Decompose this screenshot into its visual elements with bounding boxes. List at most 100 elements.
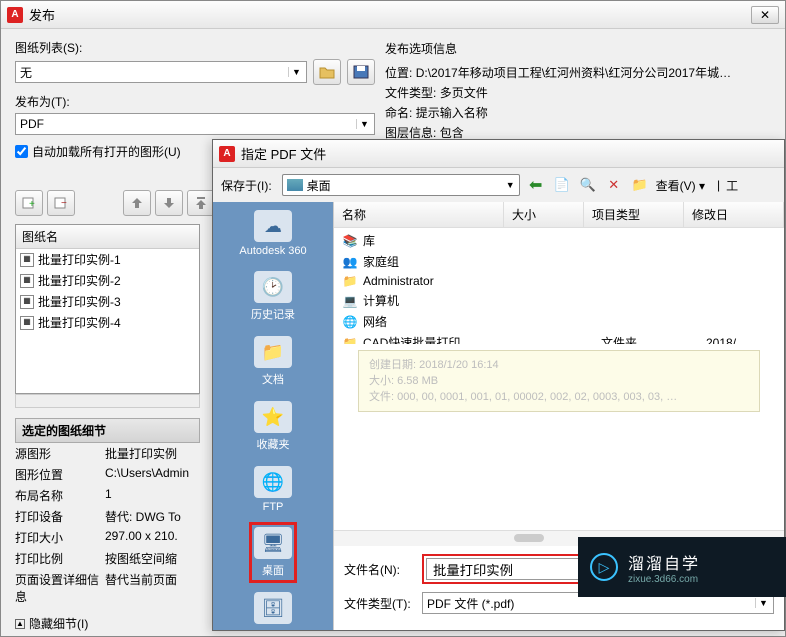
sheet-name: 批量打印实例-1 [38, 251, 121, 268]
watermark: ▷ 溜溜自学 zixue.3d66.com [578, 537, 786, 597]
publish-title: 发布 [29, 5, 751, 24]
publish-as-value: PDF [20, 117, 44, 131]
drawer-icon: 🗄 [254, 592, 292, 624]
back-button[interactable]: ⬅ [526, 175, 546, 195]
play-icon: ▷ [590, 553, 618, 581]
open-folder-button[interactable] [313, 59, 341, 85]
view-dropdown[interactable]: 查看(V) ▾ [656, 177, 705, 194]
detail-row: 打印比例按图纸空间缩 [15, 548, 200, 569]
layerinfo-value: 包含 [440, 126, 464, 140]
filetype-value: 多页文件 [440, 86, 488, 100]
history-icon: 🕑 [254, 271, 292, 303]
desktop-icon [287, 179, 303, 191]
detail-row: 布局名称1 [15, 485, 200, 506]
place-cloud[interactable]: ☁Autodesk 360 [239, 210, 306, 257]
sheet-name: 批量打印实例-3 [38, 293, 121, 310]
folder-tooltip: 创建日期: 2018/1/20 16:14 大小: 6.58 MB 文件: 00… [358, 350, 760, 412]
save-titlebar: A 指定 PDF 文件 [213, 140, 784, 168]
close-button[interactable]: ✕ [751, 6, 779, 24]
sheet-list[interactable]: 图纸名 ▦批量打印实例-1 ▦ 批量打印实例-2 ▦ 批量打印实例-3 ▦批量打印实例-4 [15, 224, 200, 394]
place-desktop[interactable]: 🖥桌面 [254, 527, 292, 578]
col-size[interactable]: 大小 [504, 202, 584, 227]
file-list-header: 名称 大小 项目类型 修改日 [334, 202, 784, 228]
place-ftp[interactable]: 🌐FTP [254, 466, 292, 513]
col-name[interactable]: 名称 [334, 202, 504, 227]
docs-icon: 📁 [254, 336, 292, 368]
places-bar: ☁Autodesk 360 🕑历史记录 📁文档 ⭐收藏夹 🌐FTP 🖥桌面 🗄 [213, 202, 333, 630]
col-type[interactable]: 项目类型 [584, 202, 684, 227]
sheet-row[interactable]: ▦批量打印实例-4 [16, 312, 199, 333]
network-icon: 🌐 [342, 315, 358, 329]
folder-icon: 📁 [342, 336, 358, 345]
sheet-row[interactable]: ▦批量打印实例-1 [16, 249, 199, 270]
publish-as-label: 发布为(T): [15, 93, 375, 110]
sheet-list-label: 图纸列表(S): [15, 39, 375, 56]
file-row[interactable]: 📁CAD快速批量打印文件夹2018/ [334, 332, 784, 344]
hide-details-label: 隐藏细节(I) [29, 615, 88, 632]
detail-row: 打印设备替代: DWG To [15, 506, 200, 527]
chevron-down-icon: ▼ [506, 180, 515, 190]
collapse-icon: ▲ [15, 619, 25, 629]
place-docs[interactable]: 📁文档 [254, 336, 292, 387]
place-drawer[interactable]: 🗄 [254, 592, 292, 627]
layout-icon: ▦ [20, 274, 34, 288]
sheet-row[interactable]: ▦ 批量打印实例-3 [16, 291, 199, 312]
sheet-name: 批量打印实例-2 [38, 272, 121, 289]
tools-dropdown[interactable]: 工 [726, 177, 738, 194]
chevron-down-icon: ▼ [755, 598, 771, 608]
file-row[interactable]: 💻计算机 [334, 290, 784, 311]
move-up-button[interactable] [123, 190, 151, 216]
filetype-label: 文件类型(T): [344, 595, 414, 612]
file-row[interactable]: 📁Administrator [334, 272, 784, 290]
sheet-row[interactable]: ▦ 批量打印实例-2 [16, 270, 199, 291]
group-icon: 👥 [342, 255, 358, 269]
file-list[interactable]: 📚库👥家庭组📁Administrator💻计算机🌐网络📁CAD快速批量打印文件夹… [334, 228, 784, 344]
col-date[interactable]: 修改日 [684, 202, 784, 227]
save-location-select[interactable]: 桌面 ▼ [282, 174, 520, 196]
save-in-label: 保存于(I): [221, 177, 272, 194]
user-icon: 📁 [342, 274, 358, 288]
lib-icon: 📚 [342, 234, 358, 248]
remove-sheet-button[interactable]: − [47, 190, 75, 216]
chevron-down-icon: ▼ [356, 119, 372, 129]
sheet-scrollbar[interactable] [15, 394, 200, 408]
save-button[interactable] [347, 59, 375, 85]
sheet-list-value: 无 [20, 64, 32, 81]
place-fav[interactable]: ⭐收藏夹 [254, 401, 292, 452]
layout-icon: ▦ [20, 295, 34, 309]
move-top-button[interactable] [187, 190, 215, 216]
file-row[interactable]: 📚库 [334, 230, 784, 251]
detail-row: 源图形批量打印实例 [15, 443, 200, 464]
cloud-icon: ☁ [254, 210, 292, 242]
watermark-title: 溜溜自学 [628, 550, 700, 574]
detail-row: 打印大小297.00 x 210. [15, 527, 200, 548]
file-row[interactable]: 👥家庭组 [334, 251, 784, 272]
delete-button[interactable]: ✕ [604, 175, 624, 195]
place-history[interactable]: 🕑历史记录 [251, 271, 295, 322]
detail-row: 图形位置C:\Users\Admin [15, 464, 200, 485]
svg-text:+: + [29, 199, 35, 210]
save-title: 指定 PDF 文件 [241, 144, 778, 163]
desktop-icon: 🖥 [254, 527, 292, 559]
publish-options-header: 发布选项信息 [385, 39, 765, 59]
autocad-app-icon: A [7, 7, 23, 23]
file-row[interactable]: 🌐网络 [334, 311, 784, 332]
sheet-list-select[interactable]: 无 ▼ [15, 61, 307, 83]
location-value: D:\2017年移动项目工程\红河州资料\红河分公司2017年城… [416, 66, 731, 80]
svg-text:−: − [61, 198, 67, 209]
search-button[interactable]: 🔍 [578, 175, 598, 195]
fav-icon: ⭐ [254, 401, 292, 433]
detail-row: 页面设置详细信息替代当前页面 [15, 569, 200, 607]
watermark-url: zixue.3d66.com [628, 574, 700, 585]
new-folder-button[interactable]: 📁 [630, 175, 650, 195]
sheet-name-header: 图纸名 [16, 225, 199, 249]
ftp-icon: 🌐 [254, 466, 292, 498]
up-folder-button[interactable]: 📄 [552, 175, 572, 195]
move-down-button[interactable] [155, 190, 183, 216]
auto-load-checkbox[interactable] [15, 145, 28, 158]
add-sheet-button[interactable]: + [15, 190, 43, 216]
naming-value: 提示输入名称 [416, 106, 488, 120]
sheet-name: 批量打印实例-4 [38, 314, 121, 331]
chevron-down-icon: ▼ [288, 67, 304, 77]
publish-as-select[interactable]: PDF ▼ [15, 113, 375, 135]
